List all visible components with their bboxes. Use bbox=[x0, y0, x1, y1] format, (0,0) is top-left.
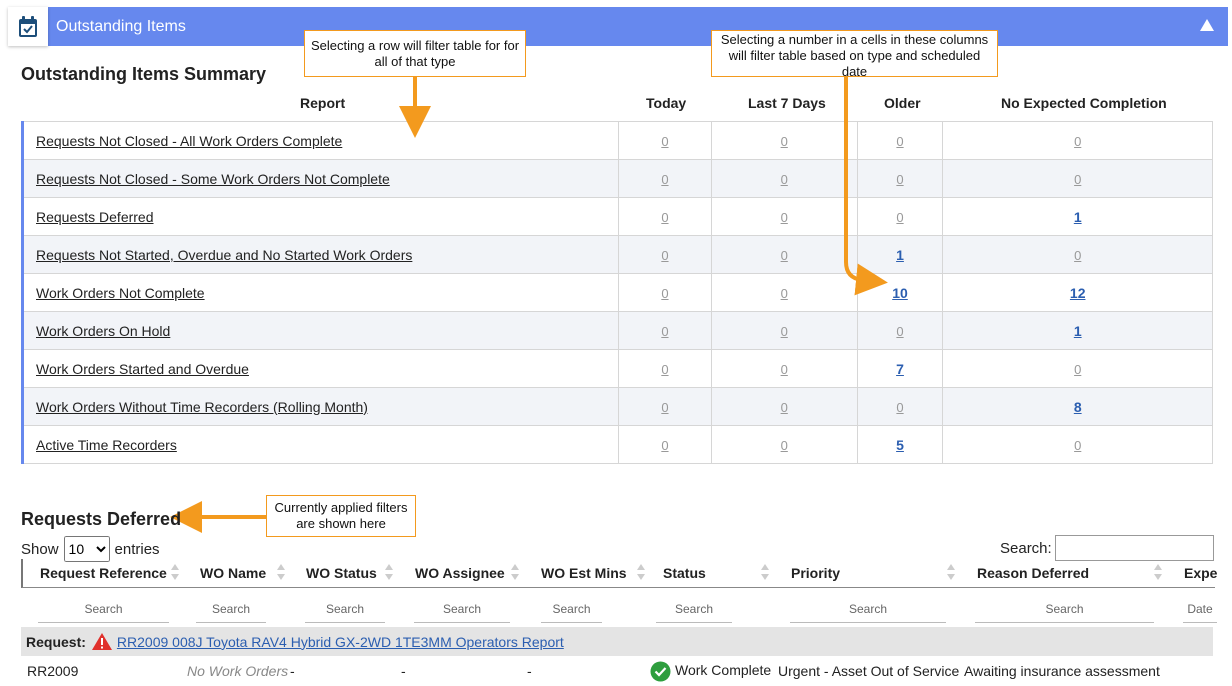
sort-icon[interactable] bbox=[947, 564, 955, 580]
check-circle-icon bbox=[650, 661, 671, 682]
cell-wo-status: - bbox=[290, 663, 295, 679]
cell-priority: Urgent - Asset Out of Service bbox=[778, 663, 960, 679]
sort-icon[interactable] bbox=[761, 564, 769, 580]
filter-wo-assignee[interactable] bbox=[414, 596, 510, 623]
sort-icon[interactable] bbox=[385, 564, 393, 580]
col-expected[interactable]: Expe bbox=[1184, 565, 1217, 581]
show-label: Show bbox=[21, 540, 59, 558]
entries-label: entries bbox=[114, 540, 160, 558]
filter-wo-name[interactable] bbox=[196, 596, 266, 623]
filter-wo-est-mins[interactable] bbox=[541, 596, 602, 623]
search-label: Search: bbox=[1000, 539, 1052, 557]
request-link[interactable]: RR2009 008J Toyota RAV4 Hybrid GX-2WD 1T… bbox=[117, 634, 564, 650]
cell-status: Work Complete bbox=[675, 662, 772, 678]
cell-wo-name: No Work Orders bbox=[187, 663, 289, 679]
col-status[interactable]: Status bbox=[663, 565, 706, 581]
cell-request-reference: RR2009 bbox=[27, 663, 79, 679]
filter-wo-status[interactable] bbox=[305, 596, 385, 623]
filter-priority[interactable] bbox=[790, 596, 946, 623]
col-wo-status[interactable]: WO Status bbox=[306, 565, 377, 581]
cell-reason-deferred: Awaiting insurance assessment bbox=[964, 663, 1160, 679]
arrow-cell-filter bbox=[844, 77, 888, 296]
sort-icon[interactable] bbox=[171, 564, 179, 580]
detail-title: Requests Deferred bbox=[21, 509, 182, 529]
global-search-input[interactable] bbox=[1054, 535, 1214, 561]
col-wo-name[interactable]: WO Name bbox=[200, 565, 266, 581]
sort-icon[interactable] bbox=[277, 564, 285, 580]
sort-icon[interactable] bbox=[1154, 564, 1162, 580]
filter-expected-date[interactable] bbox=[1183, 596, 1217, 623]
col-wo-est-mins[interactable]: WO Est Mins bbox=[541, 565, 627, 581]
sort-icon[interactable] bbox=[637, 564, 645, 580]
warning-icon bbox=[91, 633, 112, 650]
filter-request-reference[interactable] bbox=[38, 596, 169, 623]
cell-wo-est-mins: - bbox=[527, 663, 532, 679]
col-request-reference[interactable]: Request Reference bbox=[40, 565, 167, 581]
filter-status[interactable] bbox=[656, 596, 732, 623]
group-label: Request: bbox=[26, 633, 86, 650]
col-priority[interactable]: Priority bbox=[791, 565, 840, 581]
cell-wo-assignee: - bbox=[401, 663, 406, 679]
detail-table-header: Request Reference WO Name WO Status WO A… bbox=[21, 559, 1217, 588]
global-search: Search: bbox=[1000, 535, 1214, 561]
sort-icon[interactable] bbox=[511, 564, 519, 580]
col-wo-assignee[interactable]: WO Assignee bbox=[415, 565, 505, 581]
group-row-request: Request: RR2009 008J Toyota RAV4 Hybrid … bbox=[21, 627, 1213, 656]
filter-reason-deferred[interactable] bbox=[975, 596, 1154, 623]
col-reason-deferred[interactable]: Reason Deferred bbox=[977, 565, 1089, 581]
